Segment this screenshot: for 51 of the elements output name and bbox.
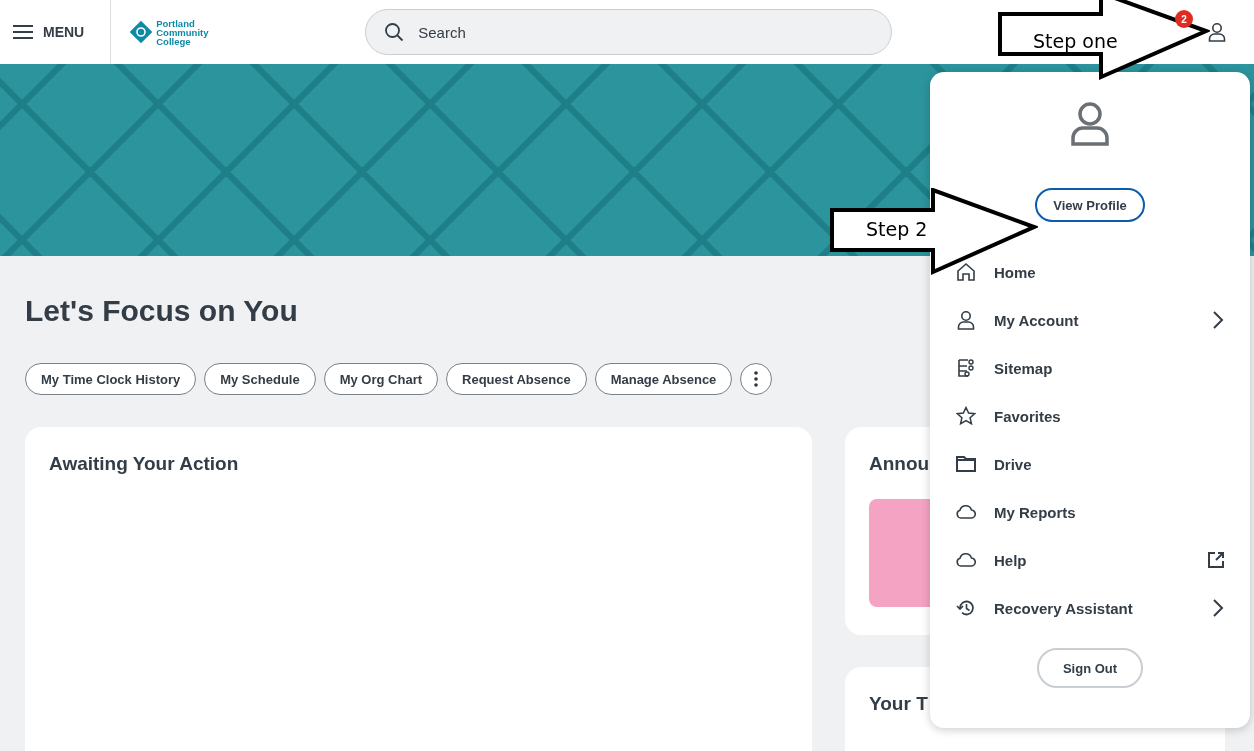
quick-link-button[interactable]: My Schedule xyxy=(204,363,316,395)
menu-item[interactable]: Favorites xyxy=(930,392,1250,440)
menu-item-label: Sitemap xyxy=(994,359,1053,377)
menu-item[interactable]: My Account xyxy=(930,296,1250,344)
menu-item-label: Home xyxy=(994,263,1036,281)
sitemap-icon xyxy=(956,358,976,378)
notification-badge: 2 xyxy=(1175,10,1193,28)
callout-label: Step 2 xyxy=(866,218,928,240)
sign-out-button[interactable]: Sign Out xyxy=(1036,648,1144,688)
menu-item-label: Recovery Assistant xyxy=(994,599,1133,617)
menu-item-label: Favorites xyxy=(994,407,1061,425)
card-title: Awaiting Your Action xyxy=(49,453,239,475)
menu-item-label: Help xyxy=(994,551,1027,569)
quick-link-button[interactable]: Manage Absence xyxy=(594,363,733,395)
profile-icon[interactable] xyxy=(1207,22,1227,42)
menu-item-label: My Account xyxy=(994,311,1079,329)
cloud-icon xyxy=(956,502,976,522)
star-icon xyxy=(956,406,976,426)
menu-item[interactable]: Drive xyxy=(930,440,1250,488)
callout-label: Step one xyxy=(1033,30,1118,52)
more-options-button[interactable] xyxy=(740,363,773,395)
quick-link-button[interactable]: Request Absence xyxy=(446,363,587,395)
quick-link-button[interactable]: My Time Clock History xyxy=(25,363,197,395)
menu-item[interactable]: Sitemap xyxy=(930,344,1250,392)
cloud-icon xyxy=(956,550,976,570)
menu-item[interactable]: My Reports xyxy=(930,488,1250,536)
search-bar[interactable]: Search xyxy=(365,9,893,55)
card-title: Annou xyxy=(869,453,930,475)
external-link-icon xyxy=(1208,552,1224,568)
menu-item[interactable]: Recovery Assistant xyxy=(930,584,1250,632)
menu-button[interactable]: MENU xyxy=(0,12,98,52)
avatar-icon xyxy=(1070,102,1110,146)
menu-item[interactable]: Home xyxy=(930,248,1250,296)
quick-link-button[interactable]: My Org Chart xyxy=(323,363,438,395)
page-title: Let's Focus on You xyxy=(25,294,298,328)
search-icon xyxy=(384,22,405,42)
college-logo[interactable]: Portland Community College xyxy=(128,18,223,46)
history-icon xyxy=(956,598,976,618)
view-profile-button[interactable]: View Profile xyxy=(1035,188,1145,222)
folder-icon xyxy=(956,454,976,474)
chevron-right-icon xyxy=(1212,598,1224,618)
card-title: Your T xyxy=(869,693,928,715)
menu-icon xyxy=(13,25,33,39)
chevron-right-icon xyxy=(1212,310,1224,330)
person-icon xyxy=(956,310,976,330)
home-icon xyxy=(956,262,976,282)
menu-item[interactable]: Help xyxy=(930,536,1250,584)
menu-item-label: Drive xyxy=(994,455,1032,473)
menu-item-label: My Reports xyxy=(994,503,1076,521)
more-vertical-icon xyxy=(754,371,759,387)
search-field[interactable]: Search xyxy=(416,22,620,42)
